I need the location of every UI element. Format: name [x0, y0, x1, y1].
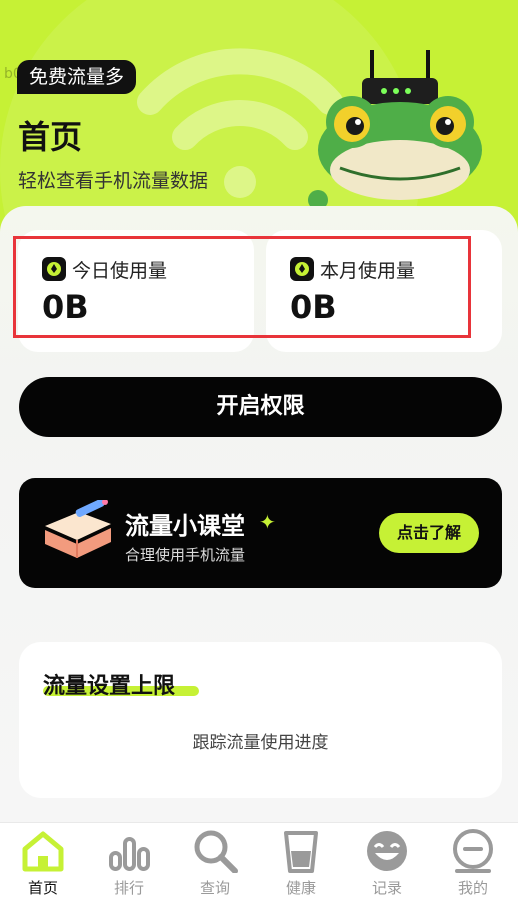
tab-label: 我的	[457, 879, 488, 897]
home-icon	[22, 831, 64, 872]
month-usage-value: 0B	[290, 288, 337, 326]
month-usage-card[interactable]: 本月使用量 0B	[266, 230, 502, 352]
enable-permission-button[interactable]: 开启权限	[19, 377, 502, 437]
page-title: 首页	[18, 118, 83, 156]
data-limit-card[interactable]: 流量设置上限 跟踪流量使用进度	[19, 642, 502, 798]
data-course-card[interactable]: 流量小课堂 ✦ 合理使用手机流量 点击了解	[19, 478, 502, 588]
bottom-tab-bar: 首页 排行 查询 健康 记录 我的	[0, 822, 518, 898]
tab-label: 健康	[285, 879, 316, 897]
tab-label: 排行	[113, 879, 144, 897]
tab-label: 查询	[199, 879, 230, 897]
lizard-mascot-icon	[308, 50, 482, 210]
chart-icon	[109, 837, 150, 871]
tab-health[interactable]: 健康	[258, 823, 344, 898]
book-icon	[45, 500, 111, 558]
tab-label: 首页	[27, 879, 58, 897]
month-usage-label: 本月使用量	[320, 260, 416, 282]
today-usage-value: 0B	[42, 288, 89, 326]
tab-search[interactable]: 查询	[172, 823, 258, 898]
course-subtitle: 合理使用手机流量	[125, 546, 246, 564]
course-title: 流量小课堂	[125, 512, 245, 540]
limit-title: 流量设置上限	[43, 674, 176, 699]
tab-label: 记录	[371, 879, 402, 897]
page-subtitle: 轻松查看手机流量数据	[18, 170, 209, 192]
smile-icon	[367, 831, 407, 871]
limit-description: 跟踪流量使用进度	[192, 733, 329, 753]
learn-more-button[interactable]: 点击了解	[379, 513, 479, 553]
data-drop-icon	[42, 257, 66, 281]
sparkle-icon: ✦	[259, 510, 276, 534]
data-drop-icon	[290, 257, 314, 281]
today-usage-card[interactable]: 今日使用量 0B	[18, 230, 254, 352]
tab-profile[interactable]: 我的	[430, 823, 516, 898]
tab-ranking[interactable]: 排行	[86, 823, 172, 898]
tab-records[interactable]: 记录	[344, 823, 430, 898]
free-data-badge: 免费流量多	[17, 60, 137, 94]
search-icon	[194, 830, 238, 873]
profile-icon	[453, 829, 493, 873]
today-usage-label: 今日使用量	[72, 260, 168, 282]
tab-home[interactable]: 首页	[0, 823, 86, 898]
cup-icon	[284, 831, 318, 873]
